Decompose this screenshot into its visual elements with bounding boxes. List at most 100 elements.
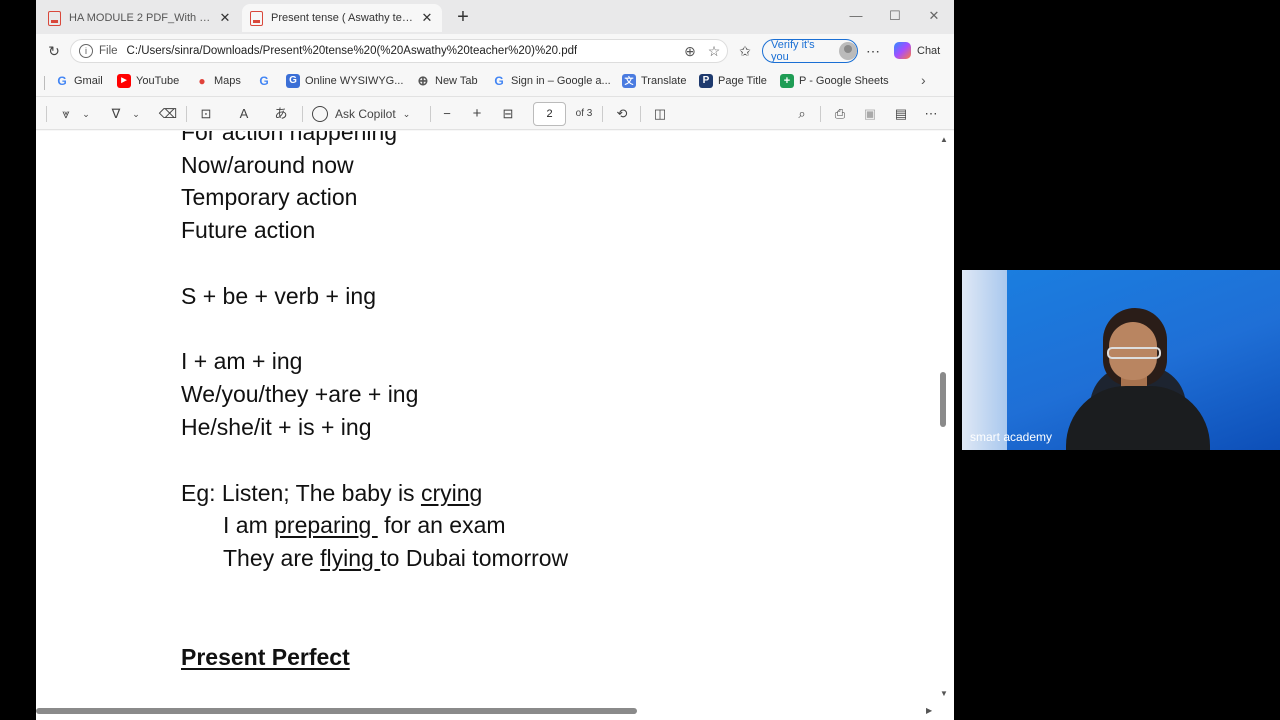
section-heading: Present Perfect [181,644,350,670]
fav-gmail[interactable]: G Gmail [55,74,103,88]
pdf-toolbar: ⩔ ⌄ ∇ ⌄ ⌫ ⊡ A あ Ask Copilot ⌄ − + ⊟ 2 of… [36,96,954,130]
favorite-star-icon[interactable]: ☆ [705,43,723,60]
save-as-icon[interactable]: ▤ [891,105,911,123]
fav-label: Gmail [74,75,103,87]
draw-icon[interactable]: ∇ [106,105,126,123]
chat-button[interactable]: Chat [894,42,940,59]
example-line-1: Eg: Listen; The baby is crying [181,479,482,507]
translate-icon: 文 [622,74,636,88]
pdf-page[interactable]: For action happening Now/around now Temp… [36,131,954,720]
doc-line: Temporary action [181,184,358,210]
minimize-icon[interactable]: — [848,8,864,23]
print-icon[interactable]: ⎙ [830,105,850,123]
screen: HA MODULE 2 PDF_With Index.pdf ✕ Present… [0,0,1280,720]
tab-ha-module[interactable]: HA MODULE 2 PDF_With Index.pdf ✕ [40,4,240,32]
fav-label: New Tab [435,75,478,87]
favorites-bar: G Gmail ▶ YouTube ● Maps G G Online WYSI… [36,68,954,94]
underlined-word: flying [320,545,381,571]
eraser-icon[interactable]: ⌫ [158,105,178,123]
divider [602,106,603,122]
zoom-in-icon[interactable]: + [468,105,486,123]
pdf-icon [48,10,61,26]
vertical-scrollbar[interactable] [940,372,946,427]
youtube-icon: ▶ [117,74,131,88]
translate-icon[interactable]: あ [270,105,292,123]
fav-label: P - Google Sheets [799,75,889,87]
omnibox[interactable]: i File C:/Users/sinra/Downloads/Present%… [70,39,728,63]
divider [46,106,47,122]
fav-label: Page Title [718,75,767,87]
tab-label: HA MODULE 2 PDF_With Index.pdf [69,12,212,24]
doc-line: He/she/it + is + ing [181,414,372,440]
google-icon: G [57,74,67,88]
chevron-right-icon[interactable]: › [921,72,926,88]
page-view-icon[interactable]: ◫ [650,105,670,123]
fav-google-sheets[interactable]: + P - Google Sheets [780,74,889,88]
fav-google-signin[interactable]: G Sign in – Google a... [492,74,610,88]
maximize-icon[interactable]: ☐ [887,8,903,24]
read-aloud-icon[interactable]: A [234,105,254,123]
doc-line: We/you/they +are + ing [181,381,419,407]
doc-line: For action happening [181,131,398,145]
fav-youtube[interactable]: ▶ YouTube [117,74,179,88]
divider [430,106,431,122]
copilot-icon [312,106,328,122]
formula-line: S + be + verb + ing [181,283,376,309]
more-icon[interactable]: ⋯ [921,105,941,123]
horizontal-scrollbar[interactable] [36,708,637,714]
rotate-icon[interactable]: ⟲ [612,105,632,123]
zoom-out-icon[interactable]: − [438,105,456,123]
fav-translate[interactable]: 文 Translate [622,74,686,88]
fav-google[interactable]: G [257,74,276,88]
fit-page-icon[interactable]: ⊟ [498,105,518,123]
close-icon[interactable]: ✕ [218,10,232,26]
p-icon: P [699,74,713,88]
fav-wysiwyg[interactable]: G Online WYSIWYG... [286,74,403,88]
divider [44,76,45,90]
url-text[interactable]: C:/Users/sinra/Downloads/Present%20tense… [127,45,578,57]
divider [640,106,641,122]
divider [820,106,821,122]
tab-present-tense[interactable]: Present tense ( Aswathy teacher ) ✕ [242,4,442,32]
example-text: for an exam [377,512,506,538]
zoom-icon[interactable]: ⊕ [681,43,699,60]
verify-label: Verify it's you [771,39,815,63]
save-icon[interactable]: ▣ [860,105,880,123]
fav-page-title[interactable]: P Page Title [699,74,767,88]
refresh-icon[interactable]: ↻ [45,42,63,60]
divider [186,106,187,122]
tab-label: Present tense ( Aswathy teacher ) [271,12,414,24]
search-icon[interactable]: ⌕ [792,105,812,123]
text-box-icon[interactable]: ⊡ [196,105,216,123]
fav-maps[interactable]: ● Maps [195,74,241,88]
highlight-icon[interactable]: ⩔ [56,105,76,123]
chevron-down-icon[interactable]: ⌄ [130,105,142,123]
window-close-icon[interactable]: ✕ [926,8,942,24]
maps-pin-icon: ● [198,74,206,88]
example-line-2: I am preparing for an exam [223,511,506,539]
address-bar: ↻ i File C:/Users/sinra/Downloads/Presen… [36,34,954,68]
scroll-up-icon[interactable]: ▲ [940,135,948,144]
background-wall [962,270,1007,450]
example-text: to Dubai tomorrow [380,545,569,571]
fav-label: Online WYSIWYG... [305,75,404,87]
more-icon[interactable]: ⋯ [864,42,882,60]
favorites-icon[interactable]: ✩ [736,42,754,60]
verify-button[interactable]: Verify it's you [762,39,858,63]
close-icon[interactable]: ✕ [420,10,434,26]
underlined-word: crying [420,480,483,506]
page-number-input[interactable]: 2 [533,102,566,126]
browser-window: HA MODULE 2 PDF_With Index.pdf ✕ Present… [36,0,954,720]
google-icon: G [494,74,504,88]
chevron-down-icon[interactable]: ⌄ [80,105,92,123]
editor-icon: G [286,74,300,88]
webcam-feed: smart academy [962,270,1280,450]
example-text: I am [223,512,275,538]
info-icon[interactable]: i [79,44,93,58]
ask-copilot-button[interactable]: Ask Copilot ⌄ [312,105,428,123]
fav-new-tab[interactable]: ⊕ New Tab [416,74,478,88]
new-tab-button[interactable]: + [453,5,473,29]
example-text: Eg: Listen; The baby is [181,480,421,506]
scroll-down-icon[interactable]: ▼ [940,689,948,698]
scroll-right-icon[interactable]: ▶ [926,706,932,715]
